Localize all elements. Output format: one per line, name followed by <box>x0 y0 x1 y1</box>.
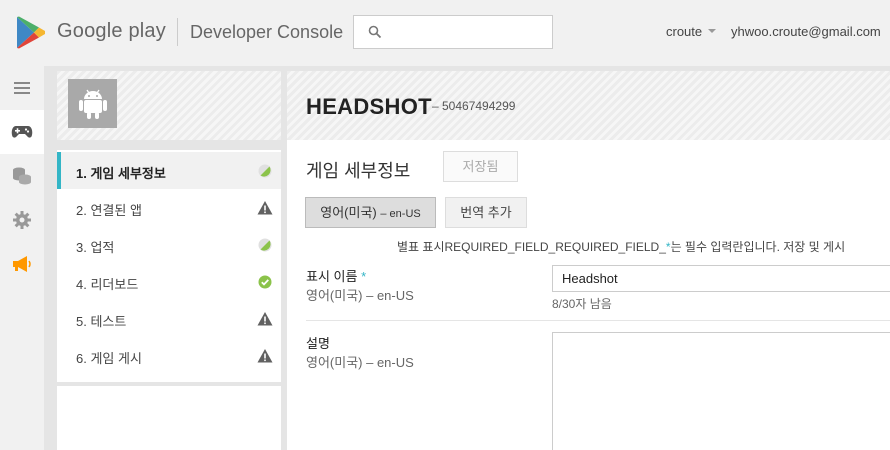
nav-item-label: 1. 게임 세부정보 <box>76 166 166 181</box>
warning-icon <box>257 201 273 215</box>
add-translation-button[interactable]: 번역 추가 <box>445 197 527 228</box>
nav-item-testing[interactable]: 5. 테스트 <box>57 300 281 337</box>
app-title: HEADSHOT <box>306 94 432 119</box>
android-app-icon <box>68 79 117 128</box>
account-email[interactable]: yhwoo.croute@gmail.com <box>731 24 881 39</box>
nav-item-achievements[interactable]: 3. 업적 <box>57 226 281 263</box>
description-textarea[interactable] <box>552 332 890 450</box>
account-name[interactable]: croute <box>666 24 702 39</box>
rail-games[interactable] <box>0 110 44 154</box>
nav-item-game-details[interactable]: 1. 게임 세부정보 <box>57 152 281 189</box>
google-play-logo-icon[interactable] <box>16 16 46 49</box>
search-input[interactable] <box>353 15 553 49</box>
description-field-language: 영어(미국) – en-US <box>306 355 414 370</box>
menu-icon <box>14 82 30 94</box>
nav-item-linked-apps[interactable]: 2. 연결된 앱 <box>57 189 281 226</box>
coins-icon <box>13 167 31 185</box>
developer-console-title[interactable]: Developer Console <box>190 22 343 43</box>
saved-button[interactable]: 저장됨 <box>443 151 518 182</box>
language-button[interactable]: 영어(미국) – en-US <box>305 197 436 228</box>
nav-item-label: 5. 테스트 <box>76 314 127 329</box>
required-fields-note: 별표 표시REQUIRED_FIELD_REQUIRED_FIELD_*는 필수… <box>397 238 845 255</box>
nav-item-label: 2. 연결된 앱 <box>76 203 142 218</box>
game-details-form: 게임 세부정보 저장됨 영어(미국) – en-US 번역 추가 별표 표시RE… <box>287 140 890 450</box>
search-icon <box>368 25 382 39</box>
nav-item-leaderboards[interactable]: 4. 리더보드 <box>57 263 281 300</box>
nav-item-label: 3. 업적 <box>76 240 115 255</box>
description-field-label: 설명 <box>306 336 330 351</box>
app-title-header: HEADSHOT – 50467494299 <box>287 71 890 140</box>
check-circle-icon <box>258 275 272 289</box>
rail-promote[interactable] <box>0 242 44 286</box>
megaphone-icon <box>13 256 31 272</box>
account-dropdown-icon[interactable] <box>708 29 716 33</box>
game-sections-nav: 1. 게임 세부정보 2. 연결된 앱 3. 업적 4. 리더보드 5. 테스트 <box>57 150 281 382</box>
language-label: 영어(미국) <box>320 205 377 220</box>
title-char-count: 8/30자 남음 <box>552 297 612 311</box>
title-label-text: 표시 이름 <box>306 269 358 284</box>
required-note-text: 별표 표시REQUIRED_FIELD_REQUIRED_FIELD_ <box>397 240 666 254</box>
gamepad-icon <box>11 126 33 138</box>
warning-icon <box>257 349 273 363</box>
warning-icon <box>257 312 273 326</box>
partial-complete-icon <box>258 238 272 252</box>
title-field-language: 영어(미국) – en-US <box>306 288 414 303</box>
top-bar: Google play Developer Console croute yhw… <box>0 0 890 66</box>
rail-settings[interactable] <box>0 198 44 242</box>
nav-item-label: 6. 게임 게시 <box>76 351 142 366</box>
nav-item-publishing[interactable]: 6. 게임 게시 <box>57 337 281 374</box>
icon-rail <box>0 66 44 450</box>
app-id: – 50467494299 <box>432 99 516 113</box>
required-note-text: 는 필수 입력란입니다. 저장 및 게시 <box>670 240 846 254</box>
google-play-logo-text[interactable]: Google play <box>57 20 166 43</box>
language-code: – en-US <box>380 208 421 220</box>
title-field-label: 표시 이름 * <box>306 266 366 285</box>
title-input[interactable]: Headshot <box>552 265 890 292</box>
section-title: 게임 세부정보 <box>306 161 411 181</box>
rail-financial[interactable] <box>0 154 44 198</box>
required-star: * <box>361 269 367 284</box>
nav-lower-panel <box>57 386 281 450</box>
rail-menu[interactable] <box>0 66 44 110</box>
gear-icon <box>13 211 31 229</box>
logo-divider <box>177 18 178 46</box>
android-icon <box>78 89 107 119</box>
nav-item-label: 4. 리더보드 <box>76 277 139 292</box>
divider <box>306 320 890 321</box>
partial-complete-icon <box>258 164 272 178</box>
app-header-panel <box>57 71 281 140</box>
